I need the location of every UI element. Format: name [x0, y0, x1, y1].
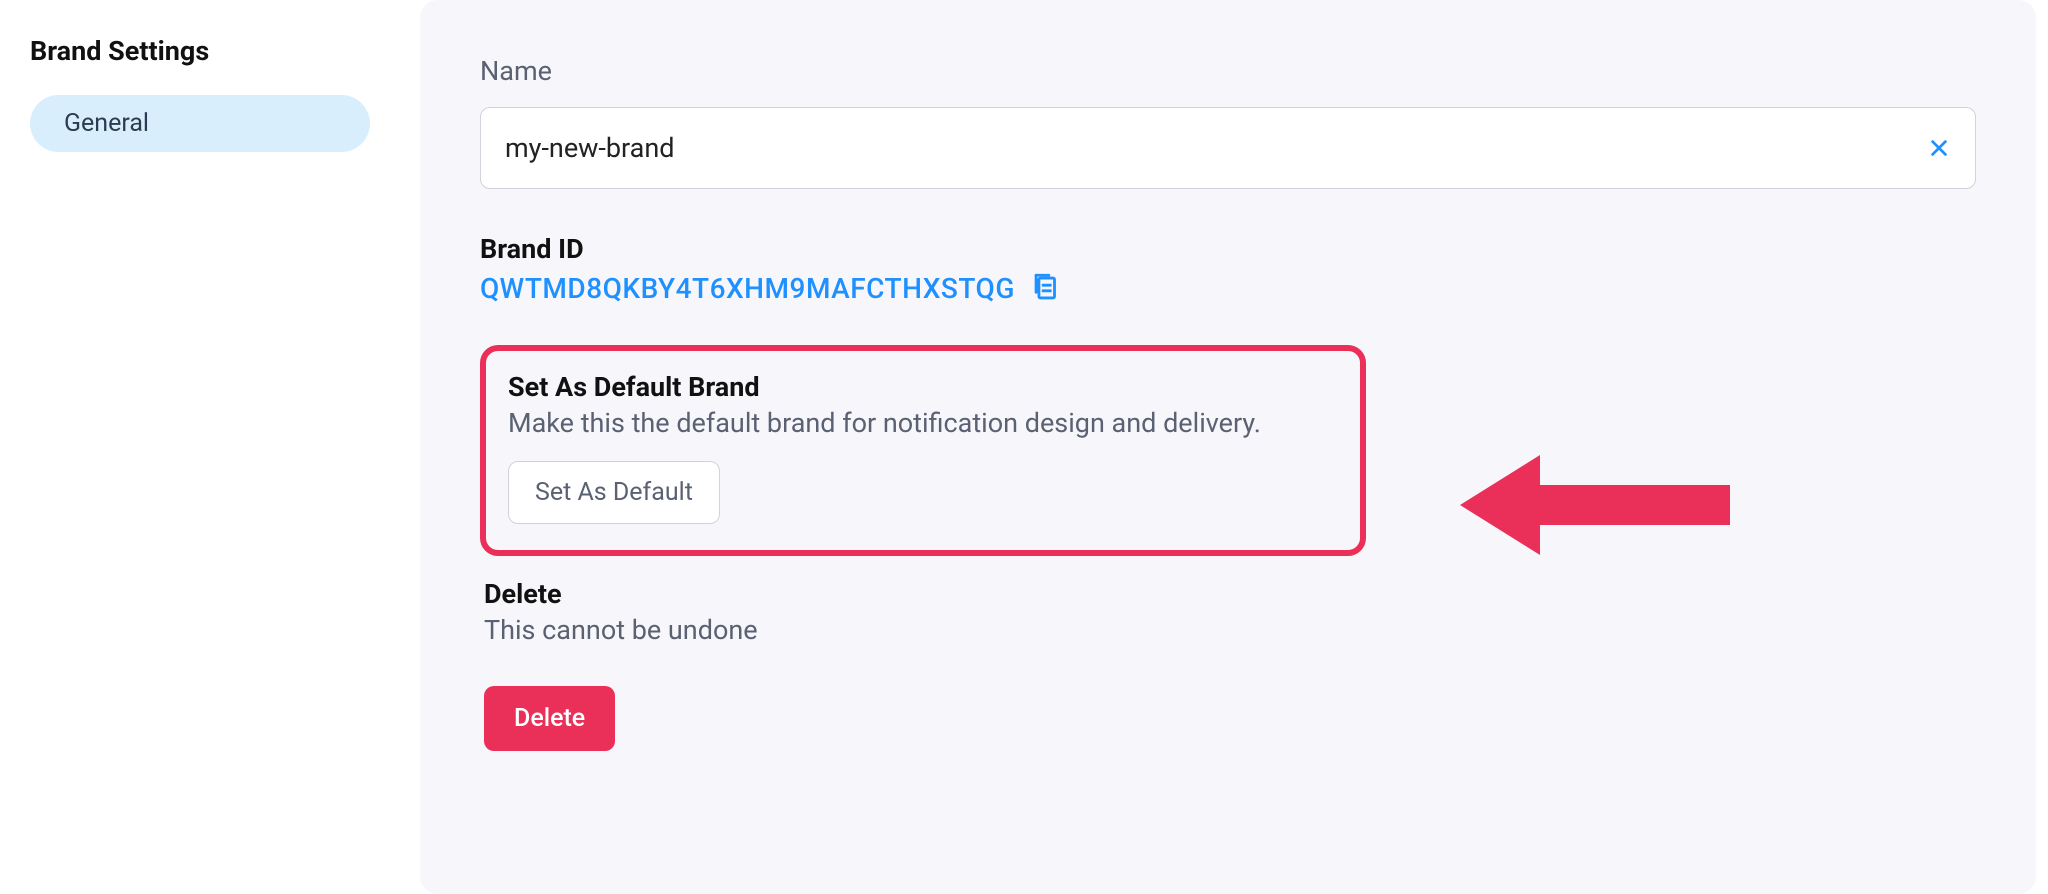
set-default-title: Set As Default Brand	[508, 371, 1338, 403]
name-input-wrap	[480, 107, 1976, 189]
sidebar-item-general[interactable]: General	[30, 95, 370, 152]
delete-desc: This cannot be undone	[484, 614, 1972, 646]
name-label: Name	[480, 55, 1976, 87]
close-icon	[1928, 137, 1950, 159]
set-default-desc: Make this the default brand for notifica…	[508, 407, 1338, 439]
copy-icon	[1029, 271, 1063, 305]
set-default-highlight: Set As Default Brand Make this the defau…	[480, 345, 1366, 556]
set-default-button[interactable]: Set As Default	[508, 461, 720, 524]
sidebar: Brand Settings General	[0, 0, 420, 894]
name-input[interactable]	[480, 107, 1976, 189]
brand-id-label: Brand ID	[480, 233, 1976, 265]
delete-section: Delete This cannot be undone Delete	[480, 578, 1976, 751]
sidebar-title: Brand Settings	[30, 35, 390, 67]
brand-id-row: QWTMD8QKBY4T6XHM9MAFCTHXSTQG	[480, 271, 1976, 305]
delete-title: Delete	[484, 578, 1972, 610]
copy-brand-id-button[interactable]	[1029, 271, 1063, 305]
delete-button[interactable]: Delete	[484, 686, 615, 751]
brand-id-value: QWTMD8QKBY4T6XHM9MAFCTHXSTQG	[480, 272, 1015, 305]
clear-name-button[interactable]	[1924, 133, 1954, 163]
main-panel: Name Brand ID QWTMD8QKBY4T6XHM9MAFCTHXST…	[420, 0, 2036, 894]
arrow-annotation-icon	[1460, 445, 1740, 565]
